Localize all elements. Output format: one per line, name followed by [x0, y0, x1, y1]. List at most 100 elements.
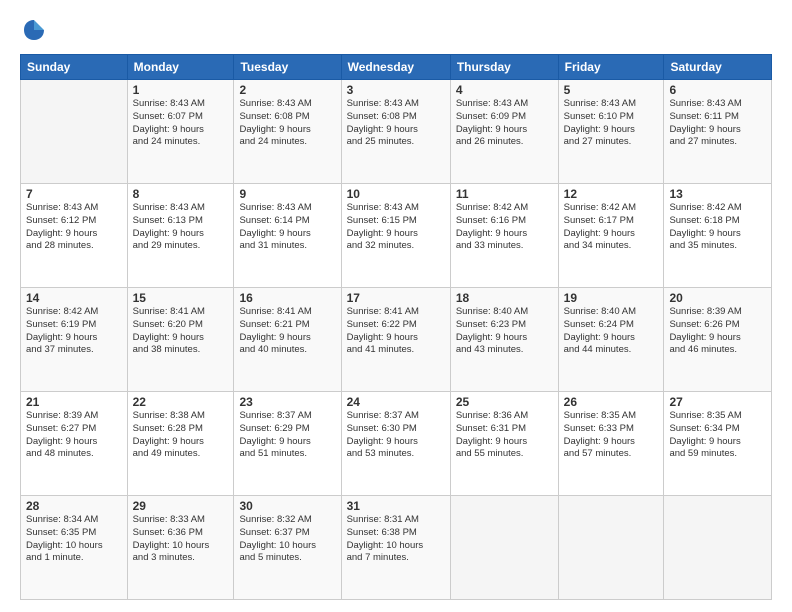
day-info: Sunrise: 8:43 AMSunset: 6:08 PMDaylight:… — [239, 98, 335, 149]
day-number: 27 — [669, 395, 766, 409]
day-number: 29 — [133, 499, 229, 513]
calendar-cell: 13Sunrise: 8:42 AMSunset: 6:18 PMDayligh… — [664, 184, 772, 288]
calendar-cell: 17Sunrise: 8:41 AMSunset: 6:22 PMDayligh… — [341, 288, 450, 392]
day-number: 1 — [133, 83, 229, 97]
calendar-cell: 24Sunrise: 8:37 AMSunset: 6:30 PMDayligh… — [341, 392, 450, 496]
calendar-cell: 11Sunrise: 8:42 AMSunset: 6:16 PMDayligh… — [450, 184, 558, 288]
calendar-cell: 21Sunrise: 8:39 AMSunset: 6:27 PMDayligh… — [21, 392, 128, 496]
day-info: Sunrise: 8:31 AMSunset: 6:38 PMDaylight:… — [347, 514, 445, 565]
calendar-cell: 10Sunrise: 8:43 AMSunset: 6:15 PMDayligh… — [341, 184, 450, 288]
day-info: Sunrise: 8:41 AMSunset: 6:20 PMDaylight:… — [133, 306, 229, 357]
calendar-cell — [450, 496, 558, 600]
calendar-cell: 22Sunrise: 8:38 AMSunset: 6:28 PMDayligh… — [127, 392, 234, 496]
day-number: 30 — [239, 499, 335, 513]
day-info: Sunrise: 8:43 AMSunset: 6:07 PMDaylight:… — [133, 98, 229, 149]
calendar-cell: 1Sunrise: 8:43 AMSunset: 6:07 PMDaylight… — [127, 80, 234, 184]
day-number: 20 — [669, 291, 766, 305]
day-info: Sunrise: 8:40 AMSunset: 6:24 PMDaylight:… — [564, 306, 659, 357]
day-info: Sunrise: 8:41 AMSunset: 6:22 PMDaylight:… — [347, 306, 445, 357]
day-number: 4 — [456, 83, 553, 97]
calendar-week-3: 14Sunrise: 8:42 AMSunset: 6:19 PMDayligh… — [21, 288, 772, 392]
day-info: Sunrise: 8:36 AMSunset: 6:31 PMDaylight:… — [456, 410, 553, 461]
day-number: 17 — [347, 291, 445, 305]
day-info: Sunrise: 8:37 AMSunset: 6:30 PMDaylight:… — [347, 410, 445, 461]
day-info: Sunrise: 8:39 AMSunset: 6:27 PMDaylight:… — [26, 410, 122, 461]
logo-icon — [20, 16, 48, 44]
calendar-header-monday: Monday — [127, 55, 234, 80]
day-info: Sunrise: 8:43 AMSunset: 6:11 PMDaylight:… — [669, 98, 766, 149]
day-info: Sunrise: 8:41 AMSunset: 6:21 PMDaylight:… — [239, 306, 335, 357]
day-info: Sunrise: 8:33 AMSunset: 6:36 PMDaylight:… — [133, 514, 229, 565]
day-number: 26 — [564, 395, 659, 409]
day-info: Sunrise: 8:34 AMSunset: 6:35 PMDaylight:… — [26, 514, 122, 565]
calendar-cell: 31Sunrise: 8:31 AMSunset: 6:38 PMDayligh… — [341, 496, 450, 600]
day-number: 28 — [26, 499, 122, 513]
calendar-cell: 15Sunrise: 8:41 AMSunset: 6:20 PMDayligh… — [127, 288, 234, 392]
day-info: Sunrise: 8:32 AMSunset: 6:37 PMDaylight:… — [239, 514, 335, 565]
day-number: 12 — [564, 187, 659, 201]
header — [20, 16, 772, 44]
day-info: Sunrise: 8:43 AMSunset: 6:10 PMDaylight:… — [564, 98, 659, 149]
calendar-cell: 2Sunrise: 8:43 AMSunset: 6:08 PMDaylight… — [234, 80, 341, 184]
day-number: 21 — [26, 395, 122, 409]
calendar-cell: 7Sunrise: 8:43 AMSunset: 6:12 PMDaylight… — [21, 184, 128, 288]
calendar-cell — [21, 80, 128, 184]
day-number: 25 — [456, 395, 553, 409]
day-info: Sunrise: 8:42 AMSunset: 6:17 PMDaylight:… — [564, 202, 659, 253]
day-info: Sunrise: 8:38 AMSunset: 6:28 PMDaylight:… — [133, 410, 229, 461]
day-number: 22 — [133, 395, 229, 409]
day-info: Sunrise: 8:43 AMSunset: 6:08 PMDaylight:… — [347, 98, 445, 149]
day-info: Sunrise: 8:43 AMSunset: 6:14 PMDaylight:… — [239, 202, 335, 253]
day-number: 15 — [133, 291, 229, 305]
calendar-cell: 27Sunrise: 8:35 AMSunset: 6:34 PMDayligh… — [664, 392, 772, 496]
calendar-cell — [558, 496, 664, 600]
calendar-header-saturday: Saturday — [664, 55, 772, 80]
day-number: 5 — [564, 83, 659, 97]
calendar-cell: 26Sunrise: 8:35 AMSunset: 6:33 PMDayligh… — [558, 392, 664, 496]
calendar-cell: 20Sunrise: 8:39 AMSunset: 6:26 PMDayligh… — [664, 288, 772, 392]
day-number: 14 — [26, 291, 122, 305]
day-info: Sunrise: 8:43 AMSunset: 6:09 PMDaylight:… — [456, 98, 553, 149]
calendar-cell: 16Sunrise: 8:41 AMSunset: 6:21 PMDayligh… — [234, 288, 341, 392]
day-number: 3 — [347, 83, 445, 97]
calendar-header-sunday: Sunday — [21, 55, 128, 80]
calendar-header-thursday: Thursday — [450, 55, 558, 80]
day-info: Sunrise: 8:35 AMSunset: 6:33 PMDaylight:… — [564, 410, 659, 461]
day-info: Sunrise: 8:35 AMSunset: 6:34 PMDaylight:… — [669, 410, 766, 461]
calendar: SundayMondayTuesdayWednesdayThursdayFrid… — [20, 54, 772, 600]
page: SundayMondayTuesdayWednesdayThursdayFrid… — [0, 0, 792, 612]
day-info: Sunrise: 8:42 AMSunset: 6:16 PMDaylight:… — [456, 202, 553, 253]
day-number: 18 — [456, 291, 553, 305]
day-info: Sunrise: 8:42 AMSunset: 6:18 PMDaylight:… — [669, 202, 766, 253]
day-number: 7 — [26, 187, 122, 201]
day-info: Sunrise: 8:42 AMSunset: 6:19 PMDaylight:… — [26, 306, 122, 357]
calendar-week-1: 1Sunrise: 8:43 AMSunset: 6:07 PMDaylight… — [21, 80, 772, 184]
calendar-cell: 30Sunrise: 8:32 AMSunset: 6:37 PMDayligh… — [234, 496, 341, 600]
day-number: 16 — [239, 291, 335, 305]
day-number: 9 — [239, 187, 335, 201]
calendar-header-row: SundayMondayTuesdayWednesdayThursdayFrid… — [21, 55, 772, 80]
calendar-week-4: 21Sunrise: 8:39 AMSunset: 6:27 PMDayligh… — [21, 392, 772, 496]
calendar-cell: 6Sunrise: 8:43 AMSunset: 6:11 PMDaylight… — [664, 80, 772, 184]
day-number: 2 — [239, 83, 335, 97]
day-number: 8 — [133, 187, 229, 201]
calendar-cell: 8Sunrise: 8:43 AMSunset: 6:13 PMDaylight… — [127, 184, 234, 288]
day-number: 11 — [456, 187, 553, 201]
calendar-cell: 29Sunrise: 8:33 AMSunset: 6:36 PMDayligh… — [127, 496, 234, 600]
day-info: Sunrise: 8:40 AMSunset: 6:23 PMDaylight:… — [456, 306, 553, 357]
day-number: 19 — [564, 291, 659, 305]
calendar-cell: 3Sunrise: 8:43 AMSunset: 6:08 PMDaylight… — [341, 80, 450, 184]
calendar-cell: 28Sunrise: 8:34 AMSunset: 6:35 PMDayligh… — [21, 496, 128, 600]
calendar-header-friday: Friday — [558, 55, 664, 80]
calendar-header-wednesday: Wednesday — [341, 55, 450, 80]
day-info: Sunrise: 8:43 AMSunset: 6:12 PMDaylight:… — [26, 202, 122, 253]
day-number: 24 — [347, 395, 445, 409]
calendar-cell: 9Sunrise: 8:43 AMSunset: 6:14 PMDaylight… — [234, 184, 341, 288]
day-number: 23 — [239, 395, 335, 409]
day-info: Sunrise: 8:39 AMSunset: 6:26 PMDaylight:… — [669, 306, 766, 357]
day-info: Sunrise: 8:43 AMSunset: 6:15 PMDaylight:… — [347, 202, 445, 253]
day-number: 13 — [669, 187, 766, 201]
calendar-cell: 18Sunrise: 8:40 AMSunset: 6:23 PMDayligh… — [450, 288, 558, 392]
calendar-cell: 12Sunrise: 8:42 AMSunset: 6:17 PMDayligh… — [558, 184, 664, 288]
calendar-cell: 25Sunrise: 8:36 AMSunset: 6:31 PMDayligh… — [450, 392, 558, 496]
